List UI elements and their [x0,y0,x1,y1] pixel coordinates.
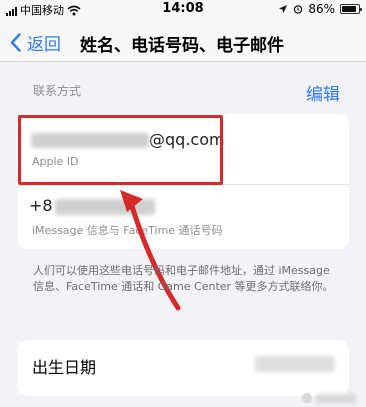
battery-percent: 86% [308,2,335,16]
status-right: 86% [278,2,362,16]
redacted-phone-number [54,198,155,215]
location-icon [279,5,288,13]
watermark-logo-icon [302,393,312,403]
birth-date-row[interactable]: 出生日期 [17,340,349,396]
phone-sublabel: iMessage 信息与 FaceTime 通话号码 [32,224,223,237]
back-button[interactable]: 返回 [10,30,61,55]
chevron-left-icon [10,33,21,52]
birth-date-value [255,354,335,372]
navigation-bar: 返回 姓名、电话号码、电子邮件 [0,20,366,62]
edit-button[interactable]: 编辑 [306,80,340,105]
birth-date-label: 出生日期 [32,358,97,377]
redacted-birth-date [255,355,335,372]
watermark [302,393,356,403]
contact-footnote: 人们可以使用这些电话号码和电子邮件地址，通过 iMessage 信息、FaceT… [33,264,334,293]
battery-icon [340,4,362,14]
contact-section-header: 联系方式 [33,84,82,98]
watermark-text [316,393,356,403]
page-title: 姓名、电话号码、电子邮件 [80,36,284,56]
status-bar: 中国移动 14:08 86% [0,0,366,20]
back-button-label: 返回 [27,35,61,55]
phone-value: +8 [29,196,155,215]
alarm-icon [294,5,303,14]
phone-row[interactable]: +8 iMessage 信息与 FaceTime 通话号码 [17,188,349,248]
phone-prefix: +8 [29,196,53,215]
highlight-box [18,115,223,185]
